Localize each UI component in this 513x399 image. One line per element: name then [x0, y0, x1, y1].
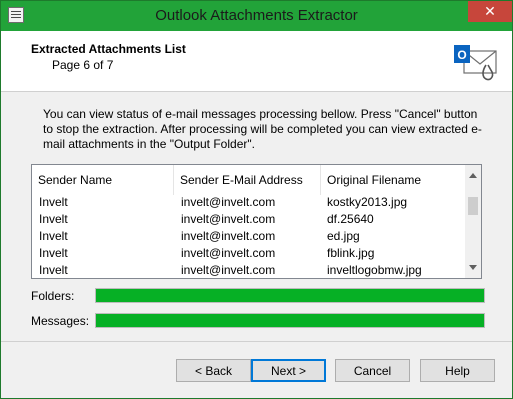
cell-sender-name: Invelt: [39, 212, 68, 226]
folders-label: Folders:: [31, 289, 75, 303]
footer-divider: [1, 341, 512, 342]
cell-filename: fblink.jpg: [327, 246, 375, 260]
cell-filename: inveltlogobmw.jpg: [327, 263, 422, 277]
cell-sender-email: invelt@invelt.com: [181, 212, 276, 226]
page-title: Extracted Attachments List: [31, 42, 186, 56]
cell-sender-email: invelt@invelt.com: [181, 246, 276, 260]
cell-sender-email: invelt@invelt.com: [181, 263, 276, 277]
folders-progress-bar: [95, 288, 485, 303]
cell-sender-name: Invelt: [39, 263, 68, 277]
close-button[interactable]: ✕: [468, 1, 512, 22]
wizard-header: Extracted Attachments List Page 6 of 7 O: [1, 31, 512, 92]
column-header-sender-name[interactable]: Sender Name: [32, 165, 174, 195]
messages-progress-fill: [96, 314, 484, 327]
column-header-original-filename[interactable]: Original Filename: [321, 165, 465, 195]
list-vertical-scrollbar[interactable]: [465, 165, 481, 278]
table-row[interactable]: Invelt invelt@invelt.com kostky2013.jpg: [32, 193, 465, 211]
table-row[interactable]: Invelt invelt@invelt.com inveltlogobmw.j…: [32, 261, 465, 278]
folders-progress-fill: [96, 289, 484, 302]
cell-sender-email: invelt@invelt.com: [181, 229, 276, 243]
page-counter: Page 6 of 7: [52, 58, 114, 72]
cell-filename: ed.jpg: [327, 229, 360, 243]
back-button[interactable]: < Back: [176, 359, 251, 382]
list-header: Sender Name Sender E-Mail Address Origin…: [32, 165, 465, 195]
help-button[interactable]: Help: [420, 359, 495, 382]
next-button[interactable]: Next >: [251, 359, 326, 382]
messages-progress-bar: [95, 313, 485, 328]
instructions-text: You can view status of e-mail messages p…: [43, 107, 482, 151]
cell-filename: kostky2013.jpg: [327, 195, 408, 209]
cell-sender-name: Invelt: [39, 229, 68, 243]
dialog-window: Outlook Attachments Extractor ✕ Extracte…: [0, 0, 513, 399]
window-title: Outlook Attachments Extractor: [155, 7, 358, 24]
cell-filename: df.25640: [327, 212, 374, 226]
title-bar[interactable]: Outlook Attachments Extractor ✕: [1, 1, 512, 31]
column-header-sender-email[interactable]: Sender E-Mail Address: [174, 165, 321, 195]
cell-sender-name: Invelt: [39, 246, 68, 260]
cell-sender-name: Invelt: [39, 195, 68, 209]
table-row[interactable]: Invelt invelt@invelt.com fblink.jpg: [32, 244, 465, 262]
table-row[interactable]: Invelt invelt@invelt.com ed.jpg: [32, 227, 465, 245]
outlook-envelope-icon: O: [454, 45, 497, 81]
scroll-up-arrow-icon[interactable]: [469, 173, 477, 178]
attachments-list[interactable]: Sender Name Sender E-Mail Address Origin…: [31, 164, 482, 279]
cancel-button[interactable]: Cancel: [335, 359, 410, 382]
table-row[interactable]: Invelt invelt@invelt.com df.25640: [32, 210, 465, 228]
scroll-down-arrow-icon[interactable]: [469, 265, 477, 270]
svg-text:O: O: [457, 48, 466, 62]
messages-label: Messages:: [31, 314, 90, 328]
cell-sender-email: invelt@invelt.com: [181, 195, 276, 209]
scroll-thumb[interactable]: [468, 197, 478, 215]
